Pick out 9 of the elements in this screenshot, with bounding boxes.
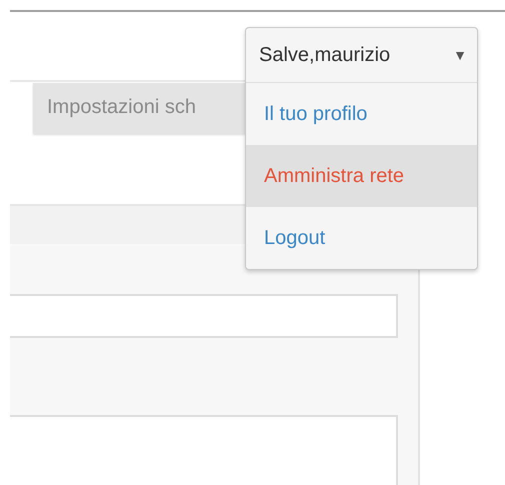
user-menu-toggle[interactable]: Salve,maurizio ▼ [246,28,477,83]
menu-item[interactable]: Logout [246,207,477,269]
caret-icon: ▼ [453,44,467,66]
input-field[interactable] [10,294,398,338]
greeting-text: Salve,maurizio [259,43,390,68]
tab[interactable]: Impostazioni sch [33,83,245,134]
menu-item[interactable]: Amministra rete [246,145,477,207]
menu-item[interactable]: Il tuo profilo [246,83,477,145]
text-area[interactable] [10,415,398,485]
